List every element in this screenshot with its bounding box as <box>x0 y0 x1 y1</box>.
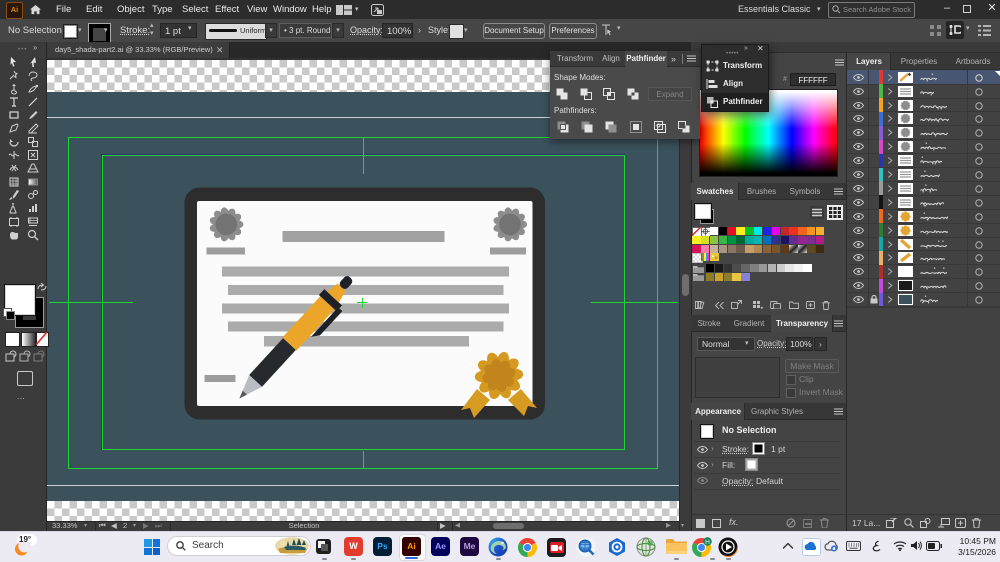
svg-text:H: H <box>705 539 710 546</box>
